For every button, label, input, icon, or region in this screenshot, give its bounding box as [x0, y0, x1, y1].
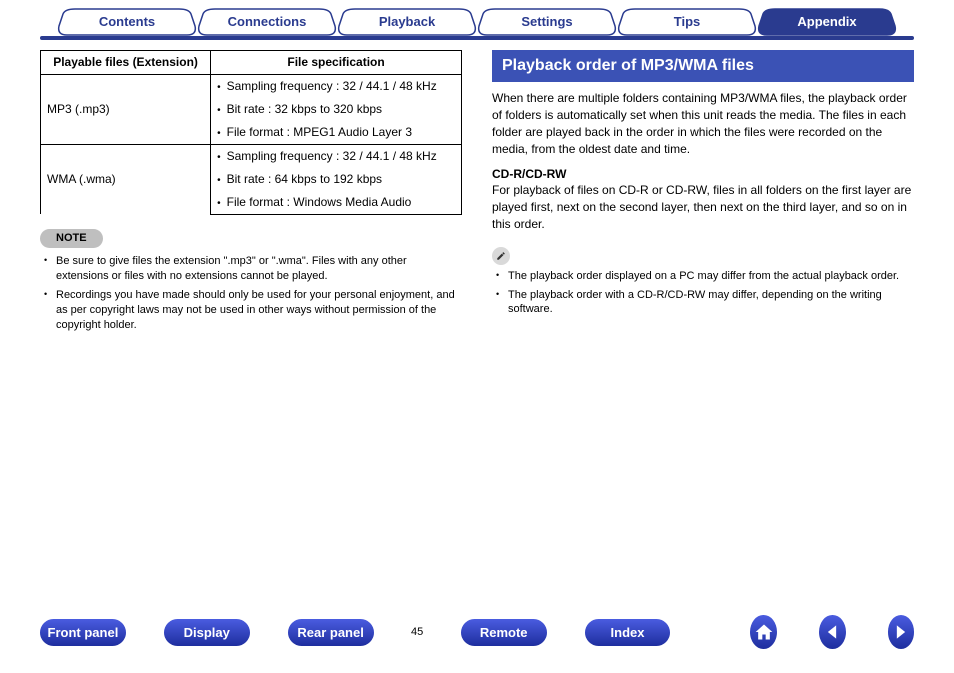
home-button[interactable]	[750, 615, 777, 649]
left-column: Playable files (Extension) File specific…	[40, 50, 462, 336]
nav-display[interactable]: Display	[164, 619, 250, 646]
tab-connections[interactable]: Connections	[197, 8, 337, 36]
tab-label: Appendix	[797, 14, 856, 29]
nav-remote[interactable]: Remote	[461, 619, 547, 646]
cell: Sampling frequency : 32 / 44.1 / 48 kHz	[211, 74, 462, 98]
note-badge: NOTE	[40, 229, 103, 248]
subheading: CD-R/CD-RW	[492, 166, 914, 183]
prev-button[interactable]	[819, 615, 846, 649]
tab-label: Playback	[379, 14, 435, 29]
tab-settings[interactable]: Settings	[477, 8, 617, 36]
paragraph: When there are multiple folders containi…	[492, 90, 914, 157]
note-list: Be sure to give files the extension ".mp…	[40, 254, 462, 332]
main-content: Playable files (Extension) File specific…	[0, 50, 954, 336]
tab-label: Connections	[228, 14, 307, 29]
tab-playback[interactable]: Playback	[337, 8, 477, 36]
pencil-icon	[492, 247, 510, 265]
nav-front-panel[interactable]: Front panel	[40, 619, 126, 646]
tab-label: Settings	[521, 14, 572, 29]
tip-list: The playback order displayed on a PC may…	[492, 269, 914, 318]
note-item: Recordings you have made should only be …	[44, 288, 462, 333]
cell-wma: WMA (.wma)	[41, 144, 211, 214]
top-tabs: Contents Connections Playback Settings T…	[0, 0, 954, 36]
th-spec: File specification	[211, 51, 462, 75]
next-button[interactable]	[888, 615, 915, 649]
section-heading: Playback order of MP3/WMA files	[492, 50, 914, 82]
bottom-nav: Front panel Display Rear panel 45 Remote…	[0, 615, 954, 649]
cell: File format : MPEG1 Audio Layer 3	[211, 121, 462, 145]
cell: File format : Windows Media Audio	[211, 191, 462, 215]
tip-item: The playback order displayed on a PC may…	[496, 269, 914, 284]
tab-contents[interactable]: Contents	[57, 8, 197, 36]
cell-mp3: MP3 (.mp3)	[41, 74, 211, 144]
paragraph: For playback of files on CD-R or CD-RW, …	[492, 182, 914, 232]
tab-underline	[40, 36, 914, 40]
th-extension: Playable files (Extension)	[41, 51, 211, 75]
right-column: Playback order of MP3/WMA files When the…	[492, 50, 914, 336]
page-number: 45	[402, 626, 433, 638]
nav-index[interactable]: Index	[585, 619, 671, 646]
tab-tips[interactable]: Tips	[617, 8, 757, 36]
tab-label: Tips	[674, 14, 701, 29]
cell: Bit rate : 64 kbps to 192 kbps	[211, 168, 462, 191]
cell: Sampling frequency : 32 / 44.1 / 48 kHz	[211, 144, 462, 168]
tip-item: The playback order with a CD-R/CD-RW may…	[496, 288, 914, 318]
nav-rear-panel[interactable]: Rear panel	[288, 619, 374, 646]
file-spec-table: Playable files (Extension) File specific…	[40, 50, 462, 215]
tab-label: Contents	[99, 14, 155, 29]
tab-appendix[interactable]: Appendix	[757, 8, 897, 36]
cell: Bit rate : 32 kbps to 320 kbps	[211, 98, 462, 121]
note-item: Be sure to give files the extension ".mp…	[44, 254, 462, 284]
